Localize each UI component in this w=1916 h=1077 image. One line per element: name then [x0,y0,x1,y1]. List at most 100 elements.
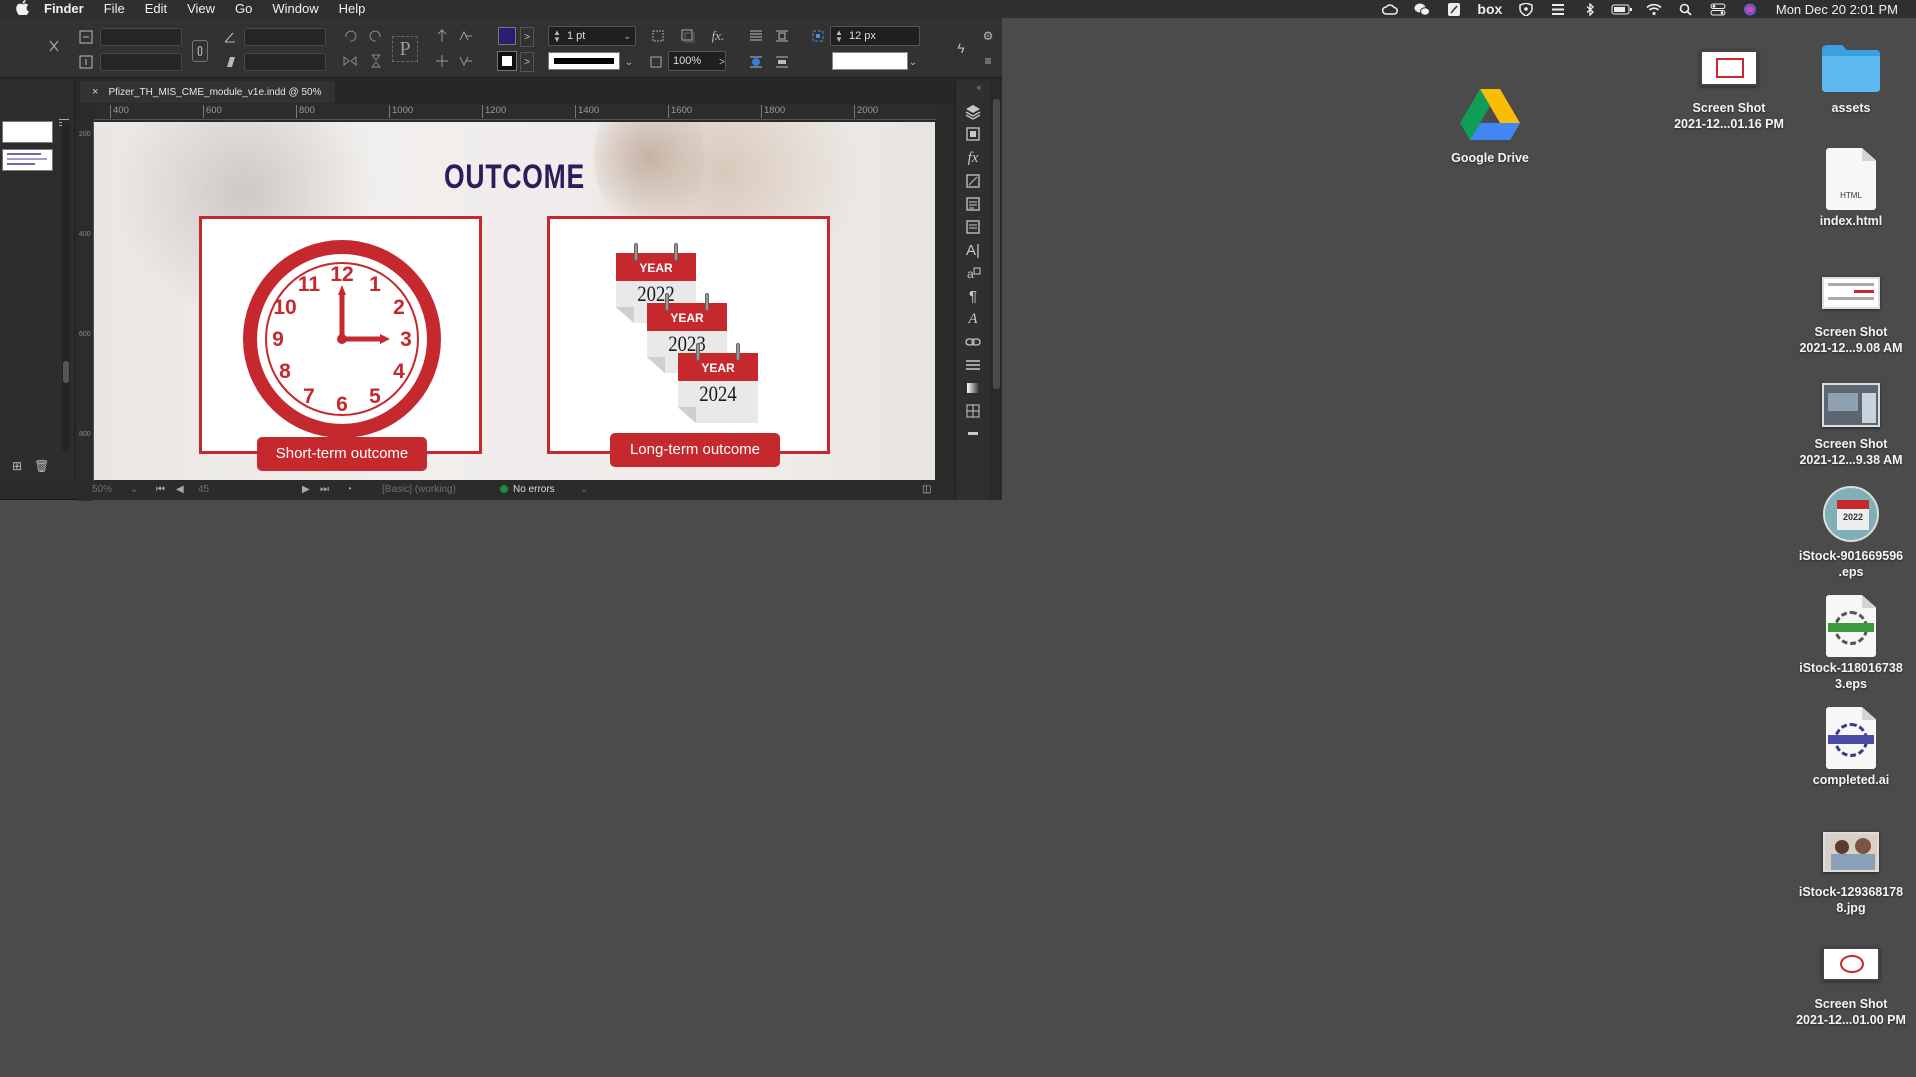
auto-fit-icon[interactable] [808,26,828,46]
text-wrap-none-icon[interactable] [746,26,766,46]
desktop-item-screenshot-4[interactable]: Screen Shot 2021-12...01.00 PM [1786,932,1916,1028]
menu-finder[interactable]: Finder [34,0,94,18]
text-wrap-shape-icon[interactable] [746,52,766,72]
select-previous-icon[interactable] [456,26,476,46]
wechat-icon[interactable] [1406,0,1438,18]
opacity-menu-icon[interactable]: > [716,52,728,72]
spotlight-search-icon[interactable] [1670,0,1702,18]
gap-field[interactable]: ▲ ▼ 12 px [830,26,920,46]
vpn-shield-icon[interactable] [1510,0,1542,18]
vertical-ruler[interactable]: 200 400 600 800 [78,121,94,501]
menu-file[interactable]: File [94,0,135,18]
desktop-item-screenshot-3[interactable]: Screen Shot 2021-12...9.38 AM [1786,374,1916,468]
short-term-card[interactable]: 12 1 2 3 4 5 6 7 8 9 10 11 Short-term ou… [199,216,482,471]
swatch-preview-caret-icon[interactable]: ⌄ [906,52,920,72]
menu-window[interactable]: Window [262,0,328,18]
stroke-color-swatch[interactable] [497,51,517,71]
wifi-icon[interactable] [1638,0,1670,18]
page-thumbnail-1[interactable] [2,121,53,143]
collapse-panels-icon[interactable]: « [972,81,986,93]
preflight-status[interactable]: No errors [500,484,555,495]
desktop-item-completed-ai[interactable]: completed.ai [1786,704,1916,788]
notes-app-icon[interactable] [1438,0,1470,18]
short-term-outcome-label[interactable]: Short-term outcome [257,437,427,471]
paragraph-styles-icon[interactable]: ¶ [962,285,984,307]
stroke-type-selector[interactable] [548,52,620,70]
hyperlinks-panel-icon[interactable] [962,331,984,353]
desktop-item-istock-eps-2[interactable]: iStock-118016738 3.eps [1786,592,1916,692]
select-next-icon[interactable] [456,51,476,71]
apple-menu-icon[interactable] [0,0,34,18]
page-number-field[interactable]: 45 [198,484,268,495]
stroke-swatch-menu-icon[interactable]: > [520,52,534,72]
character-styles-icon[interactable]: a [962,262,984,284]
menu-view[interactable]: View [177,0,225,18]
preflight-profile[interactable]: [Basic] (working) [382,484,456,495]
preflight-menu-caret-icon[interactable]: ⌄ [580,484,588,495]
document-tab[interactable]: × Pfizer_TH_MIS_CME_module_v1e.indd @ 50… [80,81,336,103]
horizontal-ruler[interactable]: 400 600 800 1000 1200 1400 1600 1800 200… [94,104,936,120]
constrain-proportions-icon[interactable] [192,40,208,62]
delete-page-icon[interactable]: 🗑 [34,459,49,473]
select-container-icon[interactable] [432,26,452,46]
rotate-cw-icon[interactable] [340,26,360,46]
select-content-icon[interactable] [432,51,452,71]
document-canvas[interactable]: OUTCOME 12 1 2 3 4 5 6 7 8 9 10 11 Short… [94,122,935,480]
layers-panel-icon[interactable] [962,101,984,123]
gradient-panel-icon[interactable] [962,377,984,399]
long-term-card[interactable]: YEAR 2022 YEAR 2023 YEAR 2024 Long-term … [547,216,830,467]
pages-panel-icon[interactable] [962,193,984,215]
page-thumbnail-2[interactable] [2,149,53,171]
shear-field[interactable] [244,28,326,46]
flip-vertical-icon[interactable] [366,51,386,71]
text-wrap-jump-icon[interactable] [772,52,792,72]
fill-color-swatch[interactable] [498,27,516,45]
stroke-align-icon[interactable] [648,26,668,46]
siri-icon[interactable] [1734,0,1766,18]
stroke-panel-icon[interactable] [962,216,984,238]
last-page-icon[interactable]: ⏭ [320,484,329,495]
box-icon[interactable]: box [1470,0,1510,18]
text-wrap-bbox-icon[interactable] [772,26,792,46]
slide-title[interactable]: OUTCOME [187,158,843,197]
effects-panel-icon[interactable]: fx [962,147,984,169]
first-page-icon[interactable]: ⏮ [156,484,165,495]
pages-panel-scrollbar[interactable] [62,121,70,451]
desktop-item-google-drive[interactable]: Google Drive [1425,82,1555,166]
desktop-item-assets-folder[interactable]: assets [1786,36,1916,116]
close-tab-icon[interactable]: × [92,86,98,98]
previous-page-icon[interactable]: ◀ [176,484,184,495]
creative-cloud-icon[interactable] [1374,0,1406,18]
menu-help[interactable]: Help [329,0,376,18]
desktop-item-istock-jpg[interactable]: iStock-129368178 8.jpg [1786,820,1916,916]
next-page-icon[interactable]: ▶ [302,484,310,495]
desktop-item-index-html[interactable]: HTML index.html [1786,145,1916,229]
y-field[interactable] [100,53,182,71]
menu-go[interactable]: Go [225,0,262,18]
swatch-preview-field[interactable] [832,52,908,70]
glyphs-panel-icon[interactable]: A [962,308,984,330]
transform-panel-icon[interactable] [962,170,984,192]
long-term-outcome-label[interactable]: Long-term outcome [610,433,780,467]
slide-page[interactable]: OUTCOME 12 1 2 3 4 5 6 7 8 9 10 11 Short… [94,122,935,480]
fill-swatch-menu-icon[interactable]: > [520,27,534,47]
control-center-icon[interactable] [1702,0,1734,18]
character-panel-icon[interactable]: A| [962,239,984,261]
menu-edit[interactable]: Edit [135,0,177,18]
effects-fx-icon[interactable]: fx. [708,26,728,46]
desktop-item-screenshot-1[interactable]: Screen Shot 2021-12...01.16 PM [1664,36,1794,132]
split-window-icon[interactable]: ◫ [922,484,931,495]
preflight-globe-icon[interactable]: ◔ [346,484,352,495]
control-panel-settings-gear-icon[interactable]: ⚙ [980,26,996,46]
flip-horizontal-icon[interactable] [340,51,360,71]
new-page-icon[interactable]: ⊞ [12,459,22,473]
reference-point-icon[interactable] [44,36,64,56]
align-panel-icon[interactable] [962,354,984,376]
links-panel-icon[interactable] [962,123,984,145]
media-icon[interactable] [1542,0,1574,18]
stroke-weight-field[interactable]: ▲ ▼ 1 pt ⌄ [548,26,636,46]
drop-shadow-icon[interactable] [678,26,698,46]
more-panels-icon[interactable]: ▬ [962,421,984,443]
quick-apply-lightning-icon[interactable]: ϟ [953,38,969,58]
zoom-level[interactable]: 50% [92,484,112,495]
